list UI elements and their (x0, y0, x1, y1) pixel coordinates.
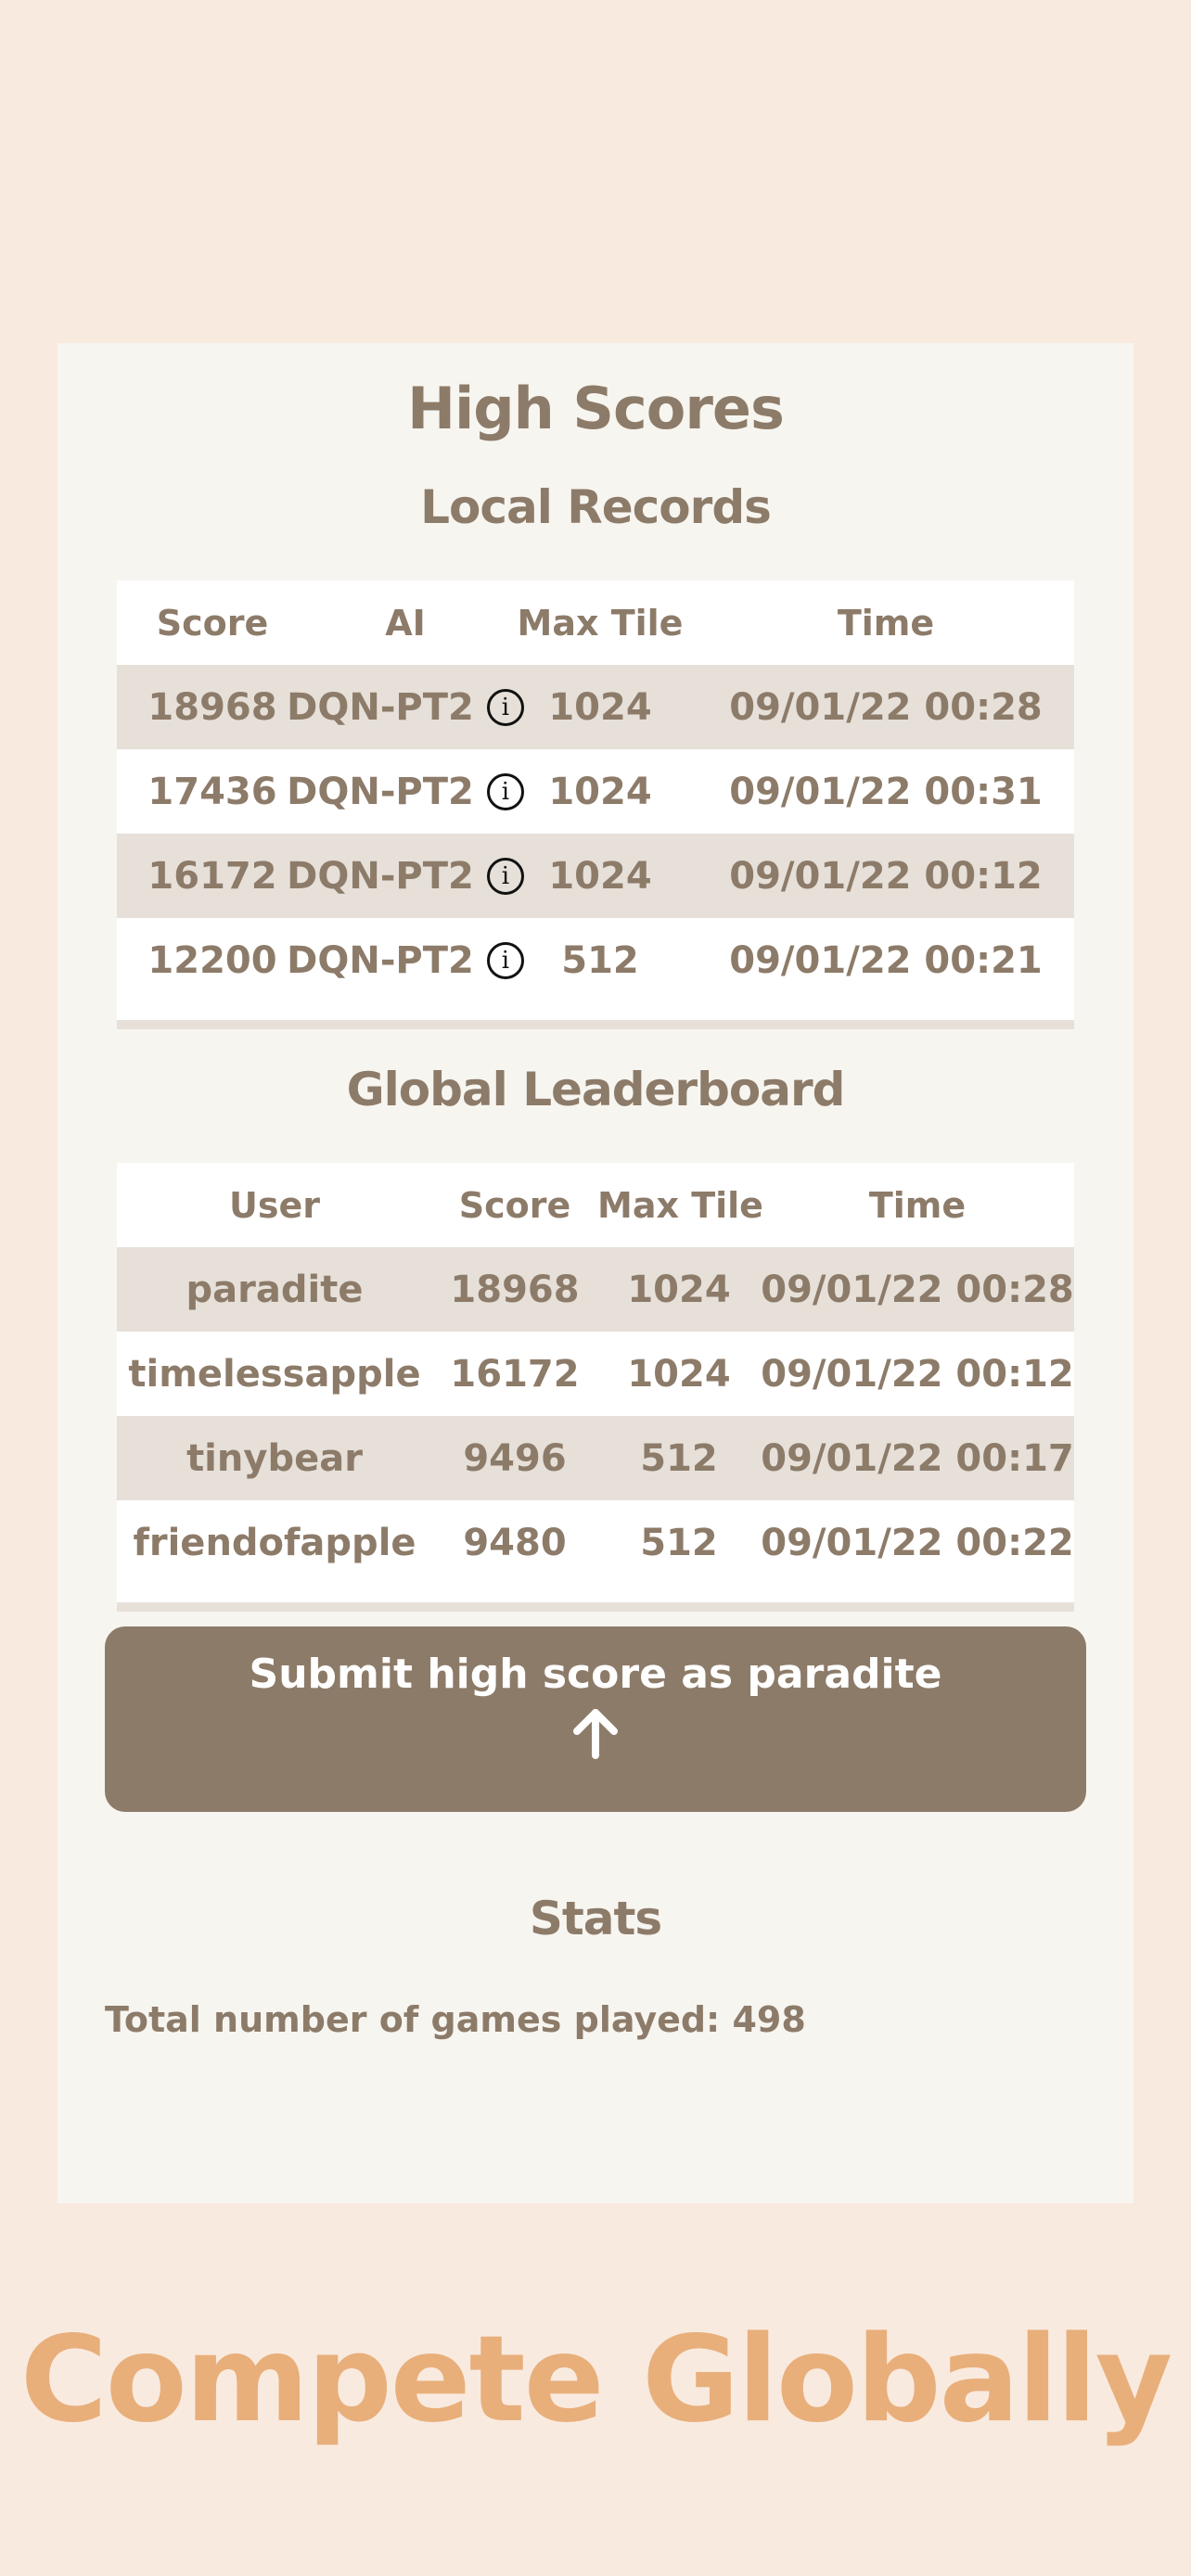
score-cell: 9480 (463, 1521, 567, 1564)
score-column-header: Score (156, 602, 269, 644)
user-cell: paradite (186, 1268, 364, 1311)
max-tile-cell: 1024 (548, 854, 652, 898)
local-records-title: Local Records (420, 480, 772, 534)
stats-title: Stats (529, 1892, 662, 1945)
leaderboard-row: paradite 18968 1024 09/01/22 00:28 (117, 1247, 1074, 1332)
max-tile-cell: 512 (640, 1436, 718, 1480)
ai-column-header: AI (385, 602, 426, 644)
local-records-table: Score AI Max Tile Time 18968 DQN-PT2 i 1… (117, 580, 1074, 1029)
ai-name: DQN-PT2 (287, 685, 474, 729)
compete-globally-heading: Compete Globally (19, 2311, 1172, 2449)
time-cell: 09/01/22 00:28 (761, 1268, 1074, 1311)
global-leaderboard-title: Global Leaderboard (346, 1063, 846, 1116)
max-tile-cell: 1024 (548, 685, 652, 729)
ai-name: DQN-PT2 (287, 938, 474, 982)
score-cell: 16172 (450, 1352, 580, 1396)
user-column-header: User (229, 1184, 320, 1226)
total-games-played: Total number of games played: 498 (105, 1999, 806, 2040)
leaderboard-row: timelessapple 16172 1024 09/01/22 00:12 (117, 1332, 1074, 1416)
ai-cell: DQN-PT2 i (287, 686, 524, 729)
max-tile-column-header: Max Tile (597, 1184, 763, 1226)
ai-cell: DQN-PT2 i (287, 771, 524, 813)
user-cell: tinybear (186, 1436, 363, 1480)
time-cell: 09/01/22 00:31 (729, 770, 1043, 813)
table-bottom-border (117, 1020, 1074, 1029)
score-cell: 18968 (450, 1268, 580, 1311)
max-tile-cell: 1024 (627, 1352, 731, 1396)
time-cell: 09/01/22 00:17 (761, 1436, 1074, 1480)
score-cell: 16172 (147, 854, 277, 898)
score-column-header: Score (458, 1184, 571, 1226)
leaderboard-row: friendofapple 9480 512 09/01/22 00:22 (117, 1500, 1074, 1585)
local-records-header-row: Score AI Max Tile Time (117, 580, 1074, 665)
max-tile-cell: 512 (561, 938, 639, 982)
time-cell: 09/01/22 00:12 (761, 1352, 1074, 1396)
submit-high-score-button[interactable]: Submit high score as paradite (105, 1626, 1086, 1812)
max-tile-column-header: Max Tile (517, 602, 684, 644)
local-record-row: 17436 DQN-PT2 i 1024 09/01/22 00:31 (117, 749, 1074, 834)
global-leaderboard-table: User Score Max Tile Time paradite 18968 … (117, 1163, 1074, 1612)
score-cell: 17436 (147, 770, 277, 813)
time-column-header: Time (868, 1184, 967, 1226)
arrow-up-icon (573, 1709, 618, 1759)
local-record-row: 12200 DQN-PT2 i 512 09/01/22 00:21 (117, 918, 1074, 1002)
table-bottom-border (117, 1602, 1074, 1612)
ai-cell: DQN-PT2 i (287, 855, 524, 898)
max-tile-cell: 1024 (627, 1268, 731, 1311)
local-record-row: 18968 DQN-PT2 i 1024 09/01/22 00:28 (117, 665, 1074, 749)
user-cell: timelessapple (128, 1352, 421, 1396)
score-cell: 18968 (147, 685, 277, 729)
ai-name: DQN-PT2 (287, 770, 474, 813)
max-tile-cell: 1024 (548, 770, 652, 813)
leaderboard-row: tinybear 9496 512 09/01/22 00:17 (117, 1416, 1074, 1500)
high-scores-panel: High Scores Local Records Score AI Max T… (58, 343, 1133, 2203)
time-cell: 09/01/22 00:12 (729, 854, 1043, 898)
time-cell: 09/01/22 00:21 (729, 938, 1043, 982)
local-record-row: 16172 DQN-PT2 i 1024 09/01/22 00:12 (117, 834, 1074, 918)
page-title: High Scores (407, 375, 785, 442)
ai-name: DQN-PT2 (287, 854, 474, 898)
max-tile-cell: 512 (640, 1521, 718, 1564)
score-cell: 12200 (147, 938, 277, 982)
submit-button-label: Submit high score as paradite (249, 1651, 942, 1698)
global-leaderboard-header-row: User Score Max Tile Time (117, 1163, 1074, 1247)
ai-cell: DQN-PT2 i (287, 939, 524, 982)
user-cell: friendofapple (133, 1521, 416, 1564)
time-column-header: Time (837, 602, 935, 644)
time-cell: 09/01/22 00:22 (761, 1521, 1074, 1564)
time-cell: 09/01/22 00:28 (729, 685, 1043, 729)
score-cell: 9496 (463, 1436, 567, 1480)
